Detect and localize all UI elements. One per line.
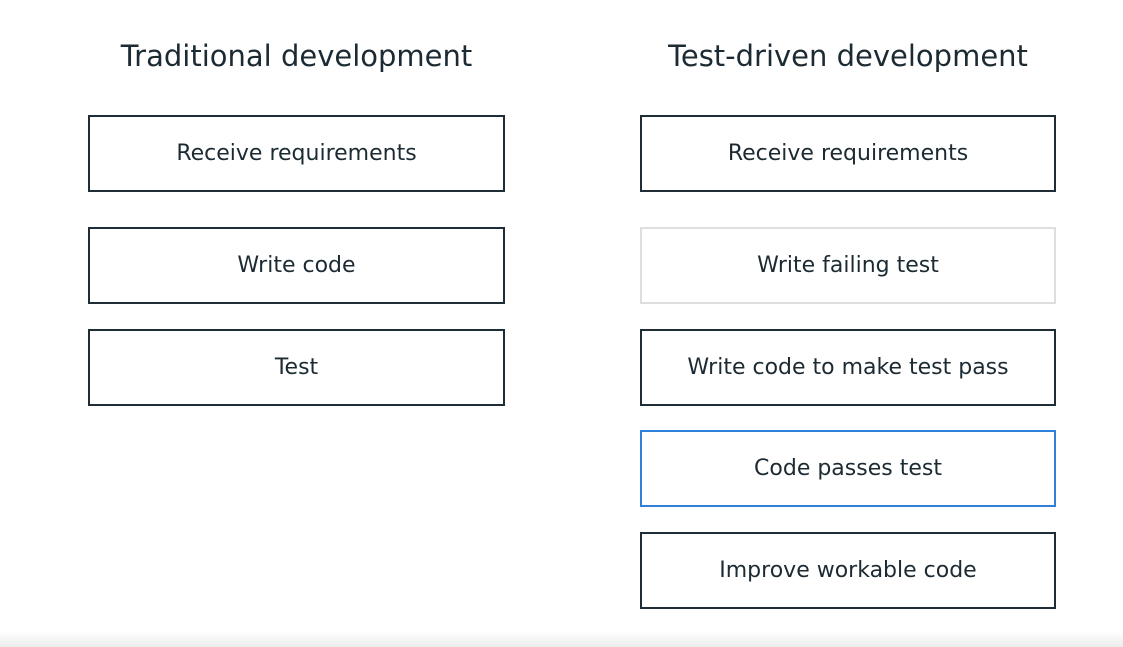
tdd-step-receive-requirements: Receive requirements bbox=[640, 115, 1056, 192]
step-label: Code passes test bbox=[754, 456, 942, 481]
tdd-step-improve-workable-code: Improve workable code bbox=[640, 532, 1056, 609]
step-label: Improve workable code bbox=[719, 558, 977, 583]
step-label: Test bbox=[274, 355, 319, 380]
step-label: Write code bbox=[237, 253, 356, 278]
test-driven-development-title: Test-driven development bbox=[668, 39, 1028, 73]
traditional-step-write-code: Write code bbox=[88, 227, 505, 304]
step-label: Receive requirements bbox=[727, 141, 969, 166]
traditional-step-test: Test bbox=[88, 329, 505, 406]
step-label: Write code to make test pass bbox=[687, 355, 1009, 380]
step-label: Write failing test bbox=[757, 253, 939, 278]
tdd-step-write-failing-test: Write failing test bbox=[640, 227, 1056, 304]
traditional-step-receive-requirements: Receive requirements bbox=[88, 115, 505, 192]
tdd-step-code-passes-test: Code passes test bbox=[640, 430, 1056, 507]
traditional-development-title: Traditional development bbox=[120, 39, 473, 73]
comparison-diagram: Traditional development Receive requirem… bbox=[0, 0, 1123, 647]
step-label: Receive requirements bbox=[176, 141, 417, 166]
bottom-shadow-strip bbox=[0, 631, 1123, 647]
tdd-step-write-code-to-pass: Write code to make test pass bbox=[640, 329, 1056, 406]
